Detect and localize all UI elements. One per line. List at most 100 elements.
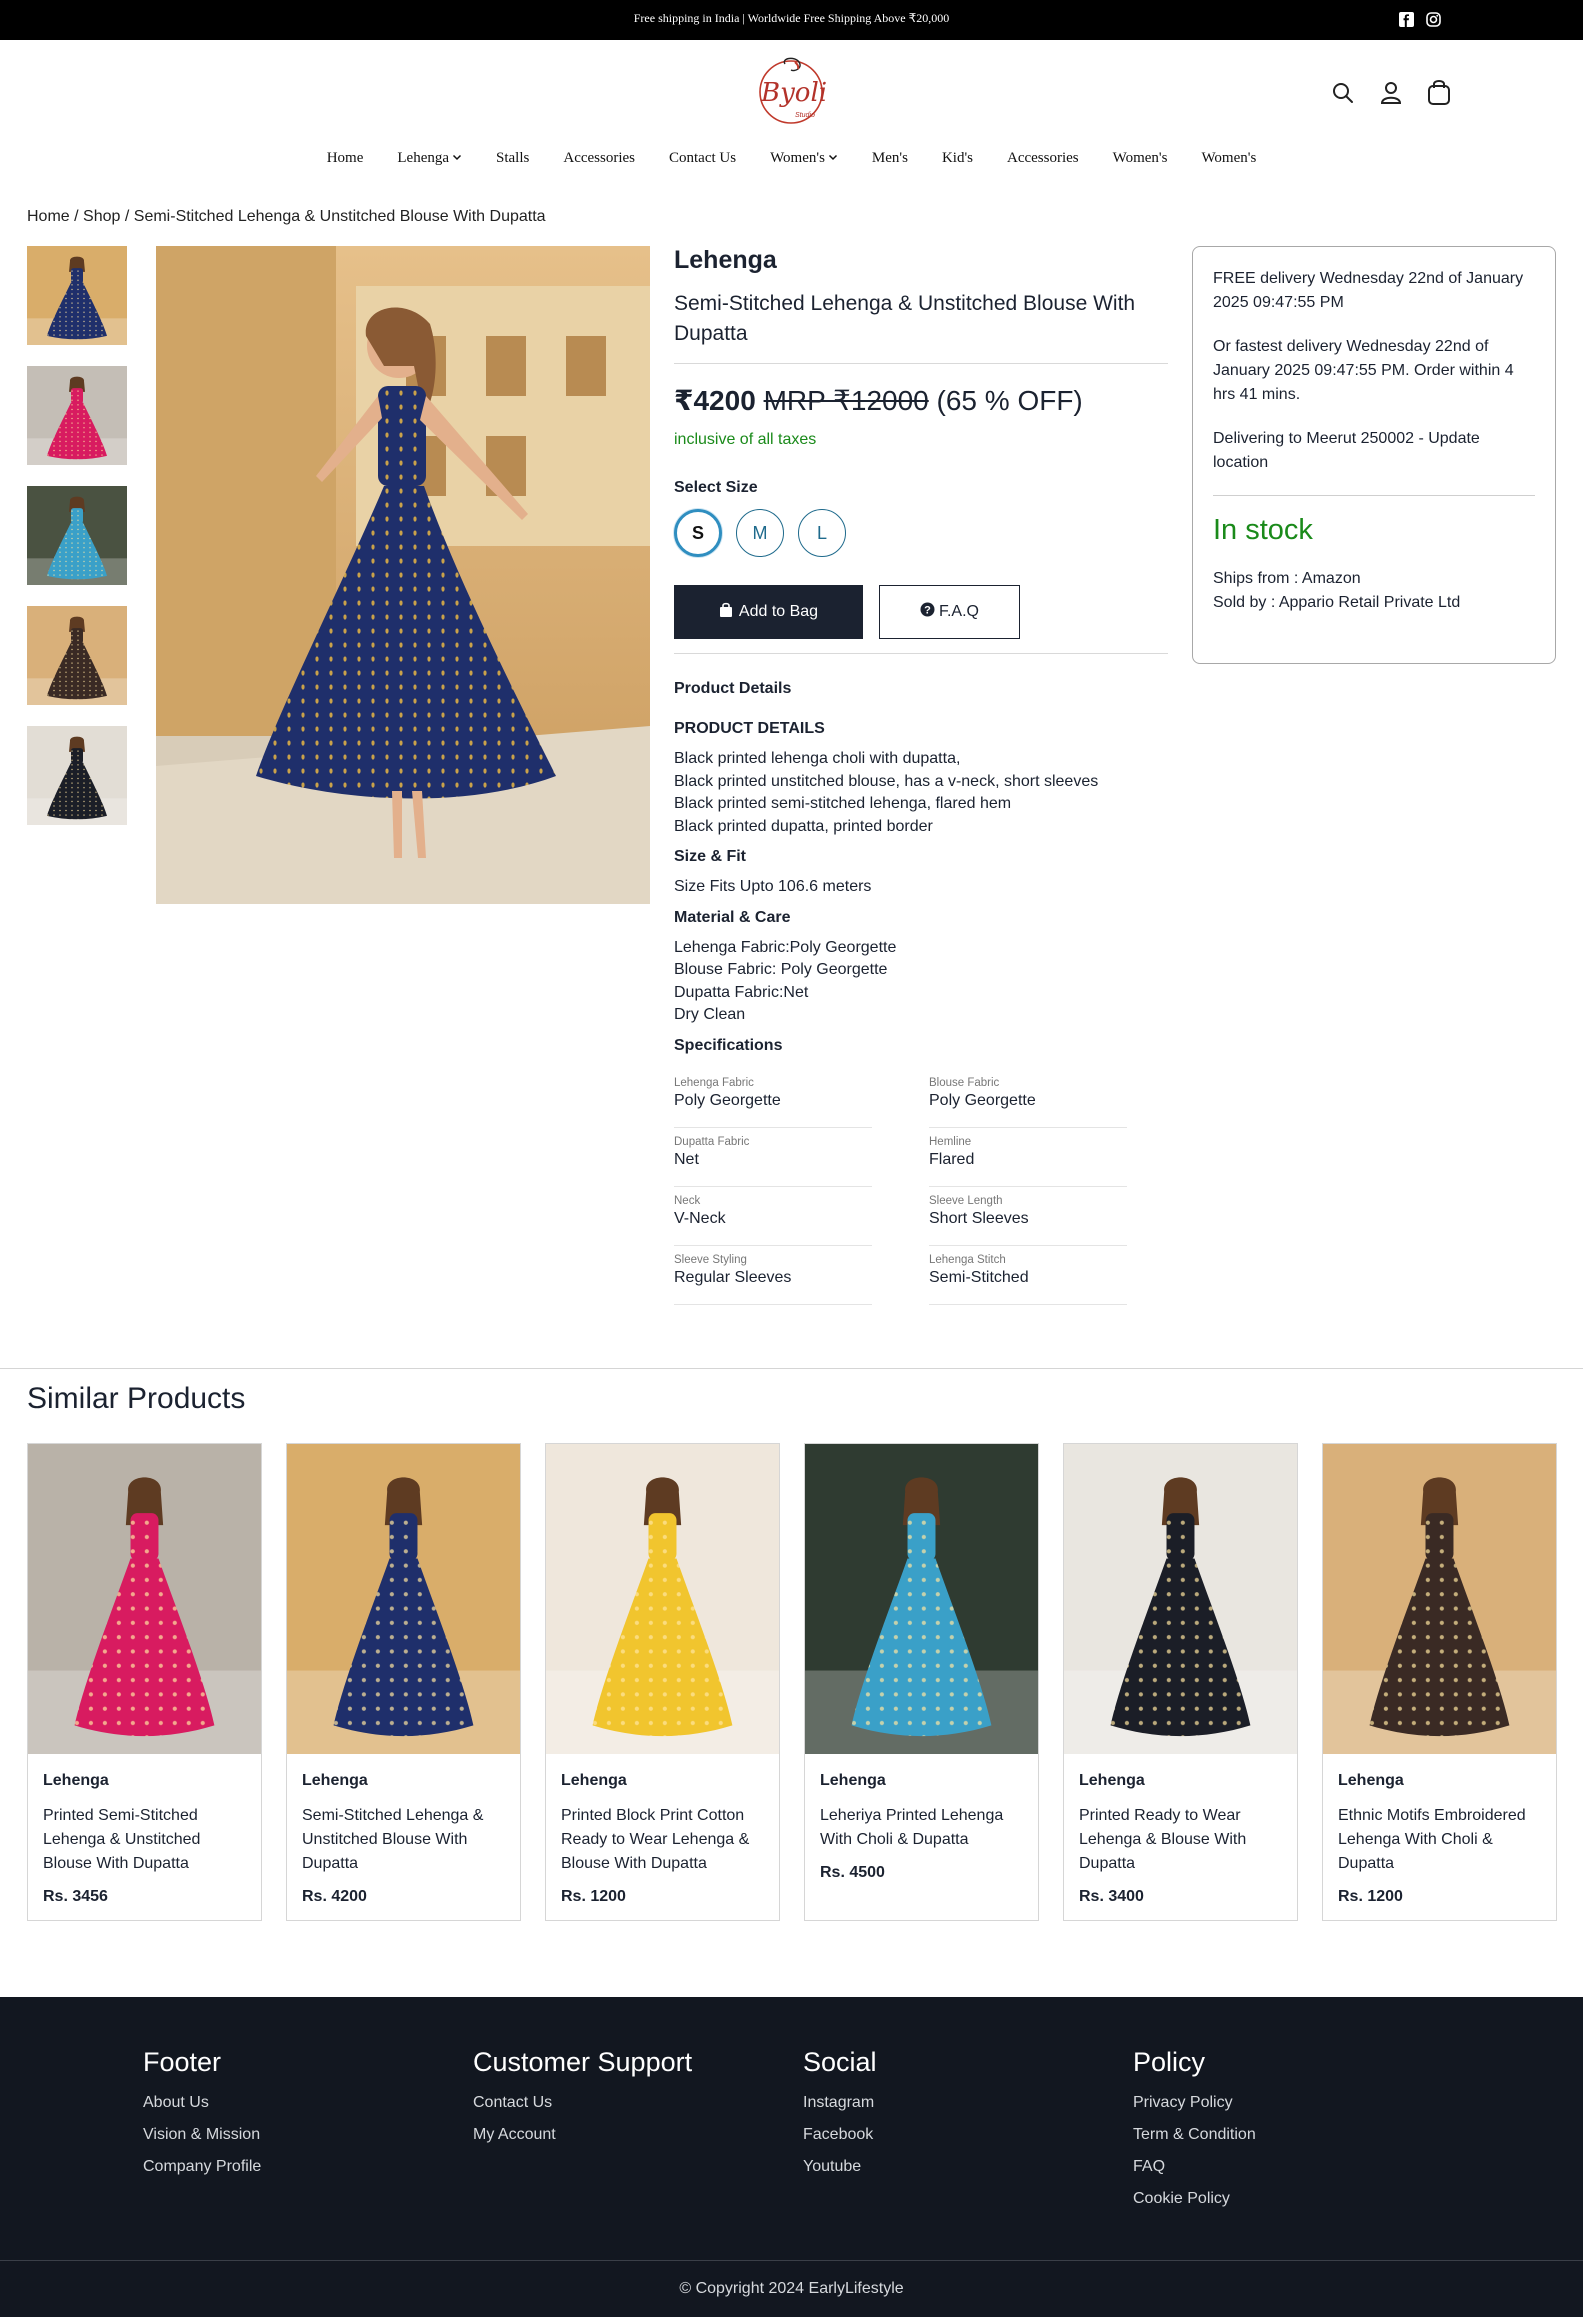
product-card[interactable]: Lehenga Semi-Stitched Lehenga & Unstitche… (286, 1443, 521, 1921)
product-card-name[interactable]: Leheriya Printed Lehenga With Choli & Du… (820, 1804, 1023, 1852)
nav-item-lehenga[interactable]: Lehenga (380, 150, 479, 167)
footer-column-title: Footer (143, 2047, 222, 2077)
detail-line: Black printed unstitched blouse, has a v… (674, 772, 1099, 790)
size-option-l[interactable]: L (798, 509, 846, 557)
product-card[interactable]: Lehenga Ethnic Motifs Embroidered Lehenga… (1322, 1443, 1557, 1921)
product-card-image[interactable] (28, 1444, 261, 1754)
search-icon[interactable] (1330, 78, 1356, 106)
product-card-image[interactable] (1064, 1444, 1297, 1754)
add-to-bag-button[interactable]: Add to Bag (674, 585, 863, 639)
bag-icon[interactable] (1426, 78, 1452, 106)
footer-link[interactable]: Contact Us (473, 2094, 692, 2112)
footer-link[interactable]: About Us (143, 2094, 261, 2112)
breadcrumb: Home / Shop / Semi-Stitched Lehenga & Un… (27, 208, 546, 226)
spec-item: Sleeve Styling Regular Sleeves (674, 1246, 872, 1305)
facebook-icon[interactable] (1399, 12, 1414, 27)
nav-item-stalls[interactable]: Stalls (479, 150, 546, 167)
product-card-name[interactable]: Printed Ready to Wear Lehenga & Blouse W… (1079, 1804, 1282, 1876)
footer-link[interactable]: Instagram (803, 2094, 877, 2112)
detail-line: Black printed semi-stitched lehenga, fla… (674, 795, 1012, 812)
spec-value: Net (674, 1150, 699, 1168)
product-details-list: Black printed lehenga choli with dupatta… (674, 748, 1168, 838)
product-card-category: Lehenga (43, 1772, 109, 1789)
product-card-body: Lehenga Printed Block Print Cotton Ready … (546, 1754, 779, 1920)
product-card-name[interactable]: Printed Block Print Cotton Ready to Wear… (561, 1804, 764, 1876)
user-icon[interactable] (1378, 78, 1404, 106)
thumbnail-image[interactable] (27, 366, 127, 465)
footer-link[interactable]: Company Profile (143, 2158, 261, 2176)
product-card-category: Lehenga (1338, 1772, 1404, 1789)
nav-item-women-s[interactable]: Women's (1096, 150, 1185, 167)
nav-item-label: Contact Us (669, 150, 737, 166)
size-option-s[interactable]: S (674, 509, 722, 557)
product-card-category: Lehenga (820, 1772, 886, 1789)
instagram-icon[interactable] (1426, 12, 1441, 27)
announcement-bar: Free shipping in India | Worldwide Free … (0, 0, 1583, 40)
product-card-image[interactable] (546, 1444, 779, 1754)
product-card-image[interactable] (287, 1444, 520, 1754)
product-card[interactable]: Lehenga Printed Ready to Wear Lehenga & B… (1063, 1443, 1298, 1921)
logo-text: Byoli (761, 78, 828, 108)
footer-link[interactable]: FAQ (1133, 2158, 1256, 2176)
product-card[interactable]: Lehenga Printed Block Print Cotton Ready … (545, 1443, 780, 1921)
product-card-price: Rs. 3456 (43, 1888, 108, 1905)
nav-item-kid-s[interactable]: Kid's (925, 150, 990, 167)
nav-item-home[interactable]: Home (310, 150, 381, 167)
detail-line: Black printed lehenga choli with dupatta… (674, 750, 961, 767)
announcement-text: Free shipping in India | Worldwide Free … (633, 11, 950, 25)
delivery-location[interactable]: Delivering to Meerut 250002 - Update loc… (1213, 427, 1535, 475)
product-card-category: Lehenga (302, 1772, 368, 1789)
nav-item-label: Men's (871, 150, 908, 166)
faq-button[interactable]: ? F.A.Q (879, 585, 1020, 639)
footer-column: Social Instagram Facebook Youtube (803, 2047, 877, 2176)
product-card-image[interactable] (805, 1444, 1038, 1754)
footer-link[interactable]: Vision & Mission (143, 2126, 261, 2144)
nav-item-men-s[interactable]: Men's (855, 150, 925, 167)
nav-item-women-s[interactable]: Women's (1184, 150, 1273, 167)
nav-item-contact-us[interactable]: Contact Us (652, 150, 753, 167)
product-card-name[interactable]: Ethnic Motifs Embroidered Lehenga With C… (1338, 1804, 1541, 1876)
thumbnail-image[interactable] (27, 726, 127, 825)
footer-link[interactable]: Facebook (803, 2126, 877, 2144)
thumbnail-image[interactable] (27, 606, 127, 705)
nav-item-label: Stalls (496, 150, 530, 166)
product-card-price: Rs. 4500 (820, 1864, 885, 1881)
taxes-note: inclusive of all taxes (674, 431, 817, 448)
product-card-name[interactable]: Printed Semi-Stitched Lehenga & Unstitch… (43, 1804, 246, 1876)
footer-link[interactable]: Privacy Policy (1133, 2094, 1256, 2112)
spec-item: Lehenga Stitch Semi-Stitched (929, 1246, 1127, 1305)
select-size-label: Select Size (674, 479, 758, 496)
product-card-body: Lehenga Semi-Stitched Lehenga & Unstitche… (287, 1754, 520, 1920)
main-product-image[interactable] (156, 246, 650, 904)
footer-link[interactable]: Cookie Policy (1133, 2190, 1256, 2208)
spec-value: V-Neck (674, 1209, 726, 1227)
nav-item-label: Lehenga (397, 150, 450, 166)
size-option-m[interactable]: M (736, 509, 784, 557)
spec-key: Sleeve Styling (674, 1253, 747, 1266)
thumbnail-image[interactable] (27, 246, 127, 345)
product-card-category: Lehenga (1079, 1772, 1145, 1789)
nav-item-accessories[interactable]: Accessories (990, 150, 1096, 167)
footer-link[interactable]: My Account (473, 2126, 692, 2144)
nav-item-women-s[interactable]: Women's (753, 150, 855, 167)
topbar-social (1399, 12, 1441, 27)
spec-item: Dupatta Fabric Net (674, 1128, 872, 1187)
footer-column: Footer About Us Vision & Mission Company Pr… (143, 2047, 261, 2176)
product-card-category: Lehenga (561, 1772, 627, 1789)
footer-link[interactable]: Term & Condition (1133, 2126, 1256, 2144)
product-card-body: Lehenga Printed Semi-Stitched Lehenga & U… (28, 1754, 261, 1920)
thumbnail-image[interactable] (27, 486, 127, 585)
product-card[interactable]: Lehenga Printed Semi-Stitched Lehenga & U… (27, 1443, 262, 1921)
product-actions: Add to Bag ? F.A.Q (674, 585, 1168, 639)
footer-column-title: Customer Support (473, 2047, 693, 2077)
breadcrumb-home[interactable]: Home (27, 208, 70, 225)
product-card[interactable]: Lehenga Leheriya Printed Lehenga With Cho… (804, 1443, 1039, 1921)
footer-link[interactable]: Youtube (803, 2158, 877, 2176)
brand-logo[interactable]: Byoli Studio (755, 54, 827, 130)
product-card-name[interactable]: Semi-Stitched Lehenga & Unstitched Blous… (302, 1804, 505, 1876)
breadcrumb-shop[interactable]: Shop (83, 208, 120, 225)
nav-item-accessories[interactable]: Accessories (546, 150, 652, 167)
specifications-grid: Lehenga Fabric Poly Georgette Blouse Fabri… (674, 1069, 1168, 1305)
product-card-image[interactable] (1323, 1444, 1556, 1754)
divider (674, 653, 1168, 654)
